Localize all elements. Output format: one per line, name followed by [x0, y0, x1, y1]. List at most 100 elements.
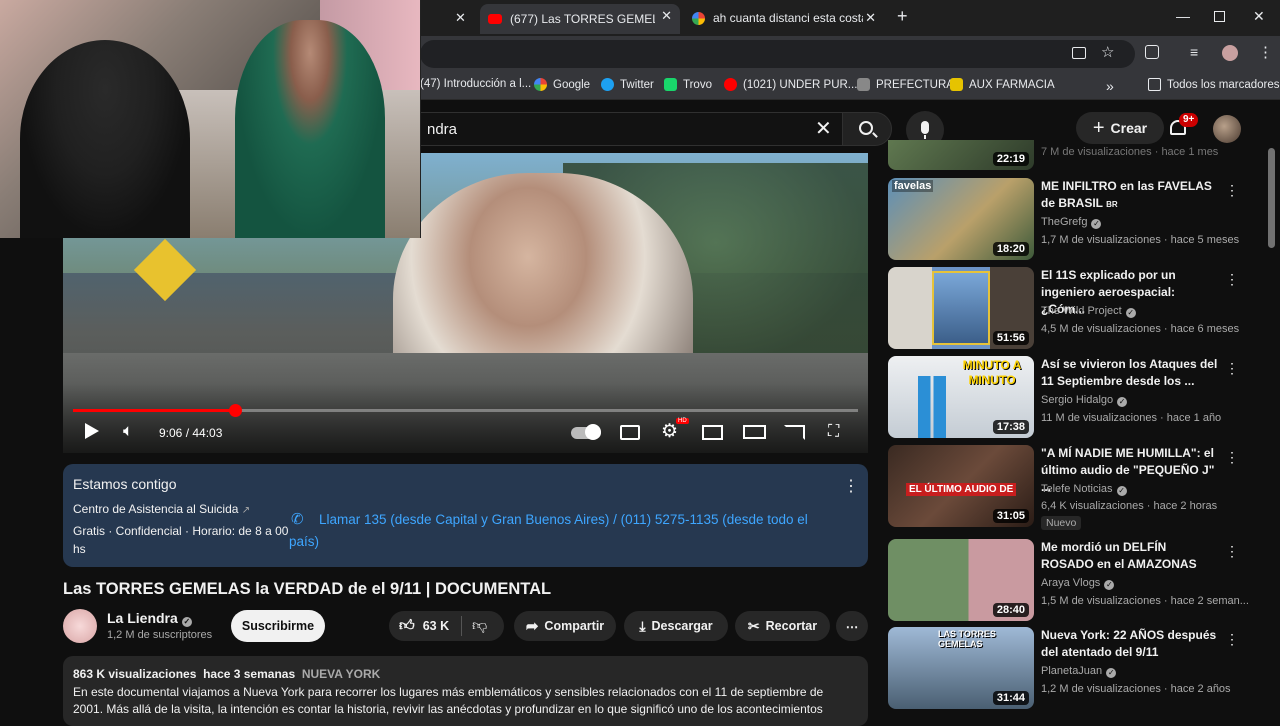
- tab-active[interactable]: (677) Las TORRES GEMELAS la VERDAD ✕: [480, 4, 680, 34]
- subscriber-count: 1,2 M de suscriptores: [107, 629, 213, 641]
- media-icon[interactable]: ≡: [1190, 44, 1198, 60]
- mic-icon: [921, 121, 929, 134]
- more-actions-button[interactable]: ⋯: [836, 611, 868, 641]
- crisis-info-panel: Estamos contigo ⋮ Centro de Asistencia a…: [63, 464, 868, 567]
- minimize-button[interactable]: —: [1176, 8, 1190, 24]
- search-input[interactable]: ndra: [412, 112, 842, 146]
- channel-name[interactable]: TheGrefg ✓: [1041, 216, 1102, 229]
- settings-icon[interactable]: ⚙: [661, 420, 678, 443]
- subtitles-icon[interactable]: [620, 425, 640, 440]
- volume-icon[interactable]: 🔈︎: [123, 421, 133, 441]
- plus-icon: +: [1092, 117, 1105, 139]
- verified-icon: ✓: [1116, 486, 1127, 496]
- youtube-icon: [488, 14, 502, 24]
- share-button[interactable]: ➦ Compartir: [514, 611, 616, 641]
- window-close-button[interactable]: ✕: [1253, 8, 1265, 25]
- dislike-button[interactable]: 👎︎: [472, 617, 487, 635]
- related-video[interactable]: LAS TORRES GEMELAS 31:44 Nueva York: 22 …: [888, 627, 1248, 711]
- player-gradient: [63, 383, 868, 453]
- related-video[interactable]: 51:56 El 11S explicado por un ingeniero …: [888, 267, 1248, 351]
- menu-icon[interactable]: ⋮: [1258, 43, 1273, 61]
- scissors-icon: ✂: [747, 617, 760, 634]
- more-options-icon[interactable]: ⋮: [1225, 449, 1239, 466]
- trovo-icon: [664, 78, 677, 91]
- bookmark-trovo[interactable]: Trovo: [664, 78, 712, 91]
- related-video[interactable]: MINUTO A MINUTO 17:38 Así se vivieron lo…: [888, 356, 1248, 440]
- clip-button[interactable]: ✂ Recortar: [735, 611, 830, 641]
- call-link[interactable]: Llamar 135 (desde Capital y Gran Buenos …: [289, 509, 849, 553]
- channel-name[interactable]: The Wild Project ✓: [1041, 305, 1136, 318]
- thumbs-up-icon: 👍︎: [399, 617, 415, 634]
- avatar[interactable]: [1213, 115, 1241, 143]
- info-menu-icon[interactable]: ⋮: [843, 476, 859, 496]
- like-button[interactable]: 👍︎ 63 K: [399, 617, 449, 635]
- video-title: Las TORRES GEMELAS la VERDAD de el 9/11 …: [63, 580, 552, 598]
- install-icon[interactable]: [1072, 47, 1086, 59]
- star-icon[interactable]: ☆: [1101, 43, 1114, 61]
- bookmark-prefectura[interactable]: PREFECTURA: [857, 78, 954, 91]
- bookmark[interactable]: (47) Introducción a l...: [420, 78, 531, 90]
- profile-icon[interactable]: [1222, 45, 1238, 61]
- cast-icon[interactable]: [784, 425, 805, 440]
- more-options-icon[interactable]: ⋮: [1225, 543, 1239, 560]
- webcam-overlay: [0, 0, 421, 238]
- progress-scrubber[interactable]: [229, 404, 243, 417]
- verified-icon: ✓: [1117, 397, 1128, 407]
- restore-button[interactable]: [1214, 11, 1225, 22]
- download-button[interactable]: ⤓ Descargar: [624, 611, 728, 641]
- channel-name[interactable]: Telefe Noticias ✓: [1041, 483, 1127, 496]
- new-tab-button[interactable]: +: [897, 6, 908, 27]
- notifications-button[interactable]: 9+: [1167, 113, 1199, 140]
- info-org-link[interactable]: Centro de Asistencia al Suicida ↗: [73, 502, 250, 516]
- related-video[interactable]: EL ÚLTIMO AUDIO DE 31:05 "A MÍ NADIE ME …: [888, 445, 1248, 530]
- channel-name[interactable]: La Liendra ✓: [107, 610, 192, 627]
- all-bookmarks[interactable]: Todos los marcadores: [1148, 78, 1280, 91]
- channel-name[interactable]: Sergio Hidalgo ✓: [1041, 394, 1128, 407]
- related-video[interactable]: 28:40 Me mordió un DELFÍN ROSADO en el A…: [888, 539, 1249, 623]
- channel-avatar[interactable]: [63, 609, 97, 643]
- fullscreen-icon[interactable]: ⛶: [828, 423, 839, 441]
- video-thumbnail: favelas 18:20: [888, 178, 1034, 260]
- bookmark-youtube[interactable]: (1021) UNDER PUR...: [724, 78, 857, 91]
- search-button[interactable]: [842, 112, 892, 146]
- play-icon[interactable]: [85, 423, 99, 439]
- bookmark-twitter[interactable]: Twitter: [601, 78, 654, 91]
- bookmark-aux-farmacia[interactable]: AUX FARMACIA: [950, 78, 1055, 91]
- subscribe-button[interactable]: Suscribirme: [231, 610, 325, 642]
- share-icon: ➦: [525, 618, 539, 635]
- clear-search-icon[interactable]: ✕: [815, 116, 832, 141]
- bookmark-google[interactable]: Google: [534, 78, 590, 91]
- video-meta: 1,7 M de visualizaciones · hace 5 meses: [1041, 234, 1240, 246]
- duration-badge: 22:19: [992, 152, 1029, 166]
- notification-badge: 9+: [1179, 113, 1199, 127]
- sidebar-scrollbar[interactable]: [1268, 148, 1275, 248]
- related-video[interactable]: favelas 18:20 ME INFILTRO en las FAVELAS…: [888, 178, 1248, 262]
- youtube-icon: [724, 78, 737, 91]
- webcam-person-right: [235, 20, 385, 238]
- more-options-icon[interactable]: ⋮: [1225, 271, 1239, 288]
- more-options-icon[interactable]: ⋮: [1225, 182, 1239, 199]
- extensions-icon[interactable]: [1145, 45, 1159, 59]
- miniplayer-icon[interactable]: [702, 425, 723, 440]
- description-box[interactable]: 863 K visualizaciones hace 3 semanas NUE…: [63, 656, 868, 726]
- time-display: 9:06 / 44:03: [159, 426, 223, 440]
- more-options-icon[interactable]: ⋮: [1225, 631, 1239, 648]
- related-video-partial[interactable]: 22:19 7 M de visualizaciones · hace 1 me…: [888, 140, 1248, 170]
- video-thumbnail: 22:19: [888, 140, 1034, 170]
- more-options-icon[interactable]: ⋮: [1225, 360, 1239, 377]
- thumbs-down-icon: 👎︎: [472, 617, 488, 634]
- tab-close-icon[interactable]: ✕: [455, 10, 466, 26]
- progress-bar[interactable]: [73, 404, 858, 417]
- close-icon[interactable]: ✕: [865, 10, 876, 26]
- more-bookmarks-icon[interactable]: »: [1106, 78, 1114, 94]
- download-icon: ⤓: [639, 617, 646, 634]
- address-bar[interactable]: [420, 40, 1135, 68]
- close-icon[interactable]: ✕: [661, 8, 672, 24]
- thumbnail-text: MINUTO A MINUTO: [962, 358, 1022, 387]
- channel-name[interactable]: PlanetaJuan ✓: [1041, 665, 1117, 678]
- channel-name[interactable]: Araya Vlogs ✓: [1041, 577, 1115, 590]
- theater-icon[interactable]: [743, 425, 766, 439]
- location-tag[interactable]: NUEVA YORK: [302, 667, 380, 681]
- tab-google[interactable]: ah cuanta distanci esta costa de ✕: [684, 6, 884, 30]
- duration-badge: 28:40: [992, 603, 1029, 617]
